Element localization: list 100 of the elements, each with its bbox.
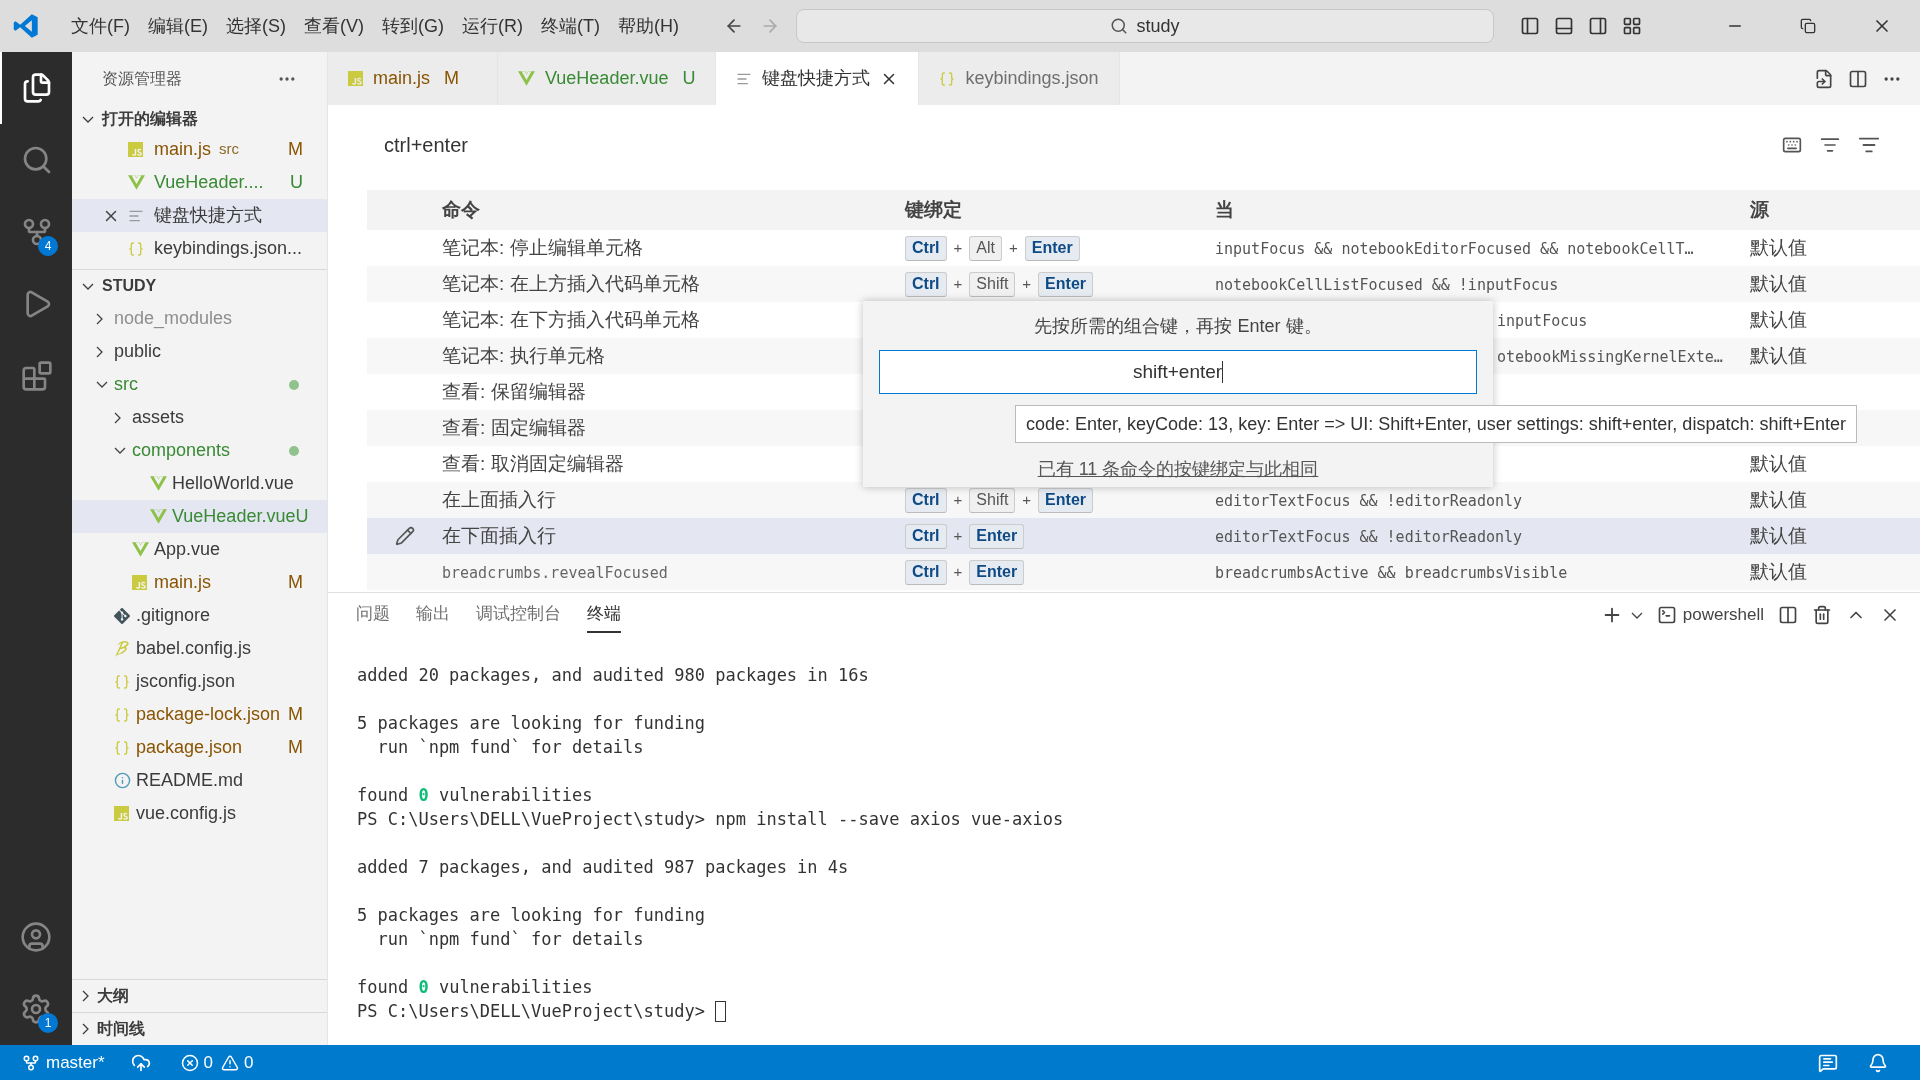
when-condition: inputFocus && notebookEditorFocused && notebookCellT… [1215,239,1694,258]
editor-tab[interactable]: main.js M [328,52,498,105]
command-title[interactable]: 查看: 固定编辑器 [442,416,586,438]
keyboard-icon[interactable] [1782,135,1802,155]
cloud-upload-icon[interactable] [130,1052,151,1073]
section-header[interactable]: STUDY [72,269,327,302]
command-title[interactable]: 查看: 取消固定编辑器 [442,452,624,474]
same-binding-link[interactable]: 已有 11 条命令的按键绑定与此相同 [1037,456,1319,483]
vue-file-icon [128,174,145,191]
open-json-icon[interactable] [1814,68,1834,89]
command-title[interactable]: 在下面插入行 [442,524,556,546]
feedback-icon[interactable] [1818,1052,1838,1073]
extensions-icon[interactable] [21,360,53,392]
activity-bar-item[interactable]: 4 [0,196,72,268]
bell-icon[interactable] [1868,1052,1888,1073]
toggle-secondary-sidebar-icon[interactable] [1587,16,1608,36]
key-cap: Ctrl [905,487,947,513]
split-terminal-icon[interactable] [1778,605,1798,625]
panel-tab[interactable]: 调试控制台 [476,597,561,633]
tree-item[interactable]: components [72,434,327,467]
open-editor-item[interactable]: keybindings.json... [72,232,327,265]
tree-item[interactable]: package.json M [72,731,327,764]
sort-icon[interactable] [1820,135,1840,155]
command-title[interactable]: 笔记本: 在下方插入代码单元格 [442,308,700,330]
menu-item[interactable]: 终端(T) [532,12,609,40]
editor-tab[interactable]: 键盘快捷方式 [716,52,920,105]
keybinding-input[interactable]: shift+enter [879,350,1477,394]
error-icon [180,1053,199,1072]
tree-item[interactable]: public [72,335,327,368]
split-editor-icon[interactable] [1848,68,1868,89]
open-editor-item[interactable]: VueHeader.... U [72,166,327,199]
menu-item[interactable]: 编辑(E) [139,12,217,40]
toggle-sidebar-icon[interactable] [1519,16,1540,36]
command-title[interactable]: 笔记本: 停止编辑单元格 [442,236,643,258]
js-file-icon [132,575,147,590]
menu-item[interactable]: 转到(G) [373,12,453,40]
customize-layout-icon[interactable] [1621,16,1642,36]
git-status-letter: M [444,67,459,90]
section-header[interactable]: 大纲 [72,979,327,1012]
when-condition: editorTextFocus && !editorReadonly [1215,527,1523,546]
tree-item[interactable]: HelloWorld.vue [72,467,327,500]
tab-label: main.js [373,67,430,90]
branch-name[interactable]: master* [46,1049,105,1076]
editor-tab[interactable]: VueHeader.vue U [498,52,717,105]
count-badge: 1 [38,1013,58,1033]
trash-icon[interactable] [1812,605,1832,625]
warning-count[interactable]: 0 [244,1049,254,1076]
panel-tab[interactable]: 输出 [416,597,450,633]
section-header[interactable]: 打开的编辑器 [72,105,327,133]
tree-item[interactable]: README.md [72,764,327,797]
menu-item[interactable]: 选择(S) [217,12,295,40]
menu-item[interactable]: 查看(V) [295,12,373,40]
diamond-icon [114,607,130,624]
tree-item[interactable]: babel.config.js [72,632,327,665]
file-name: main.js [154,138,211,161]
branch-icon[interactable] [22,1053,40,1072]
terminal-line: PS C:\Users\DELL\VueProject\study> [357,1000,706,1023]
command-title[interactable]: 在上面插入行 [442,488,556,510]
tree-item[interactable]: .gitignore [72,599,327,632]
tree-item[interactable]: App.vue [72,533,327,566]
tree-item[interactable]: src [72,368,327,401]
command-title[interactable]: 笔记本: 在上方插入代码单元格 [442,272,700,294]
tree-item[interactable]: jsconfig.json [72,665,327,698]
file-name: VueHeader.... [154,171,264,194]
open-editor-item[interactable]: 键盘快捷方式 [72,199,327,232]
key-cap: Enter [1038,487,1093,513]
tree-item[interactable]: main.js M [72,566,327,599]
sidebar-title: 资源管理器 [102,68,183,89]
toggle-panel-icon[interactable] [1553,16,1574,36]
account-icon[interactable] [20,921,52,953]
menu-item[interactable]: 帮助(H) [608,12,688,40]
vue-file-icon [518,70,535,87]
tree-item[interactable]: package-lock.json M [72,698,327,731]
error-count[interactable]: 0 [203,1049,214,1076]
command-id[interactable]: breadcrumbs.revealFocused [442,563,668,582]
file-name: vue.config.js [136,802,238,825]
open-editor-item[interactable]: main.js src M [72,133,327,166]
file-name: package-lock.json [136,703,282,726]
panel-tab[interactable]: 问题 [356,597,390,633]
source-control-icon[interactable] [21,216,53,248]
restore-icon[interactable] [1800,18,1816,34]
braces-icon [114,706,130,723]
edit-pencil-icon[interactable] [394,526,415,546]
terminal-shell-name[interactable]: powershell [1682,602,1764,628]
search-icon [1110,17,1129,35]
command-title[interactable]: 笔记本: 执行单元格 [442,344,605,366]
settings-icon[interactable] [20,993,52,1025]
command-title[interactable]: 查看: 保留编辑器 [442,380,586,402]
braces-icon [114,739,130,756]
tree-item[interactable]: vue.config.js [72,797,327,830]
tree-item[interactable]: assets [72,401,327,434]
files-icon[interactable] [21,72,53,104]
editor-tab[interactable]: keybindings.json [919,52,1120,105]
command-center-search[interactable]: study [795,9,1494,43]
search-icon[interactable] [21,144,53,176]
search-query[interactable]: ctrl+enter [384,130,1782,160]
menu-item[interactable]: 文件(F) [62,12,139,40]
menu-item[interactable]: 运行(R) [453,12,532,40]
panel-tab[interactable]: 终端 [587,597,621,633]
file-name: jsconfig.json [136,670,237,693]
